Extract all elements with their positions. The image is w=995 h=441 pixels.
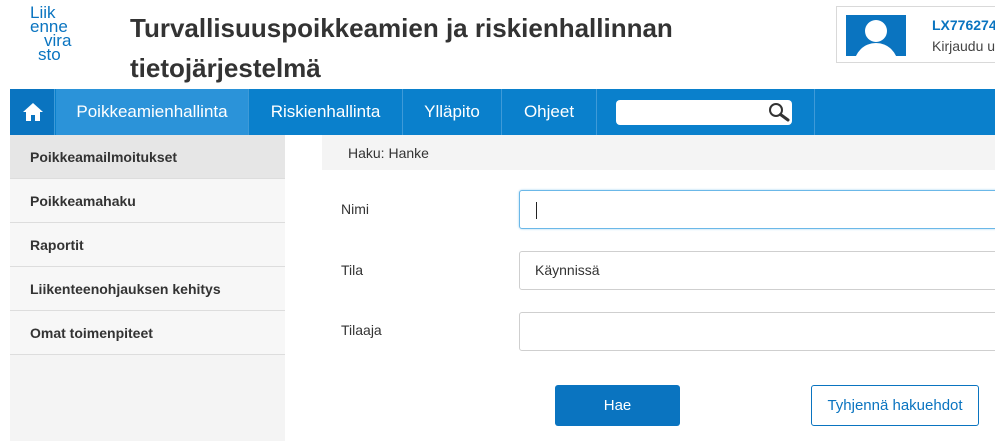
logout-link[interactable]: Kirjaudu ulos <box>932 38 995 54</box>
search-button[interactable]: Hae <box>555 385 680 426</box>
nav-item-poikkeamienhallinta[interactable]: Poikkeamienhallinta <box>56 89 249 135</box>
sidebar-item-omat-toimenpiteet[interactable]: Omat toimenpiteet <box>10 311 285 355</box>
search-input[interactable] <box>616 100 792 125</box>
main-navigation: Poikkeamienhallinta Riskienhallinta Yllä… <box>10 89 995 135</box>
name-label: Nimi <box>341 201 369 217</box>
breadcrumb: Haku: Hanke <box>322 135 995 170</box>
user-panel: LX776274 Kirjaudu ulos <box>836 6 995 63</box>
nav-divider <box>814 89 815 135</box>
home-icon <box>23 103 43 121</box>
logo-line: sto <box>38 45 61 64</box>
status-label: Tila <box>341 262 364 278</box>
name-input[interactable] <box>519 190 995 229</box>
breadcrumb-text: Haku: Hanke <box>348 145 429 161</box>
app-title-line1: Turvallisuuspoikkeamien ja riskienhallin… <box>130 13 673 43</box>
liikennevirasto-logo[interactable]: Liik enne vira sto <box>30 4 86 66</box>
status-select[interactable]: Käynnissä <box>519 251 995 290</box>
text-caret <box>536 202 537 219</box>
sidebar-item-poikkeamailmoitukset[interactable]: Poikkeamailmoitukset <box>10 135 285 179</box>
nav-item-yllapito[interactable]: Ylläpito <box>403 89 502 135</box>
user-id[interactable]: LX776274 <box>932 17 995 33</box>
app-title-line2: tietojärjestelmä <box>130 53 321 83</box>
sidebar-item-poikkeamahaku[interactable]: Poikkeamahaku <box>10 179 285 223</box>
client-label: Tilaaja <box>341 322 382 338</box>
client-input[interactable] <box>519 312 995 351</box>
sidebar: Poikkeamailmoitukset Poikkeamahaku Rapor… <box>10 135 285 441</box>
user-avatar-icon <box>846 15 906 56</box>
app-title: Turvallisuuspoikkeamien ja riskienhallin… <box>130 8 770 88</box>
sidebar-item-raportit[interactable]: Raportit <box>10 223 285 267</box>
home-button[interactable] <box>10 89 55 135</box>
search-icon[interactable] <box>768 102 790 122</box>
sidebar-item-liikenteenohjauksen-kehitys[interactable]: Liikenteenohjauksen kehitys <box>10 267 285 311</box>
nav-item-riskienhallinta[interactable]: Riskienhallinta <box>249 89 403 135</box>
clear-search-button[interactable]: Tyhjennä hakuehdot <box>811 385 979 426</box>
nav-item-ohjeet[interactable]: Ohjeet <box>502 89 597 135</box>
